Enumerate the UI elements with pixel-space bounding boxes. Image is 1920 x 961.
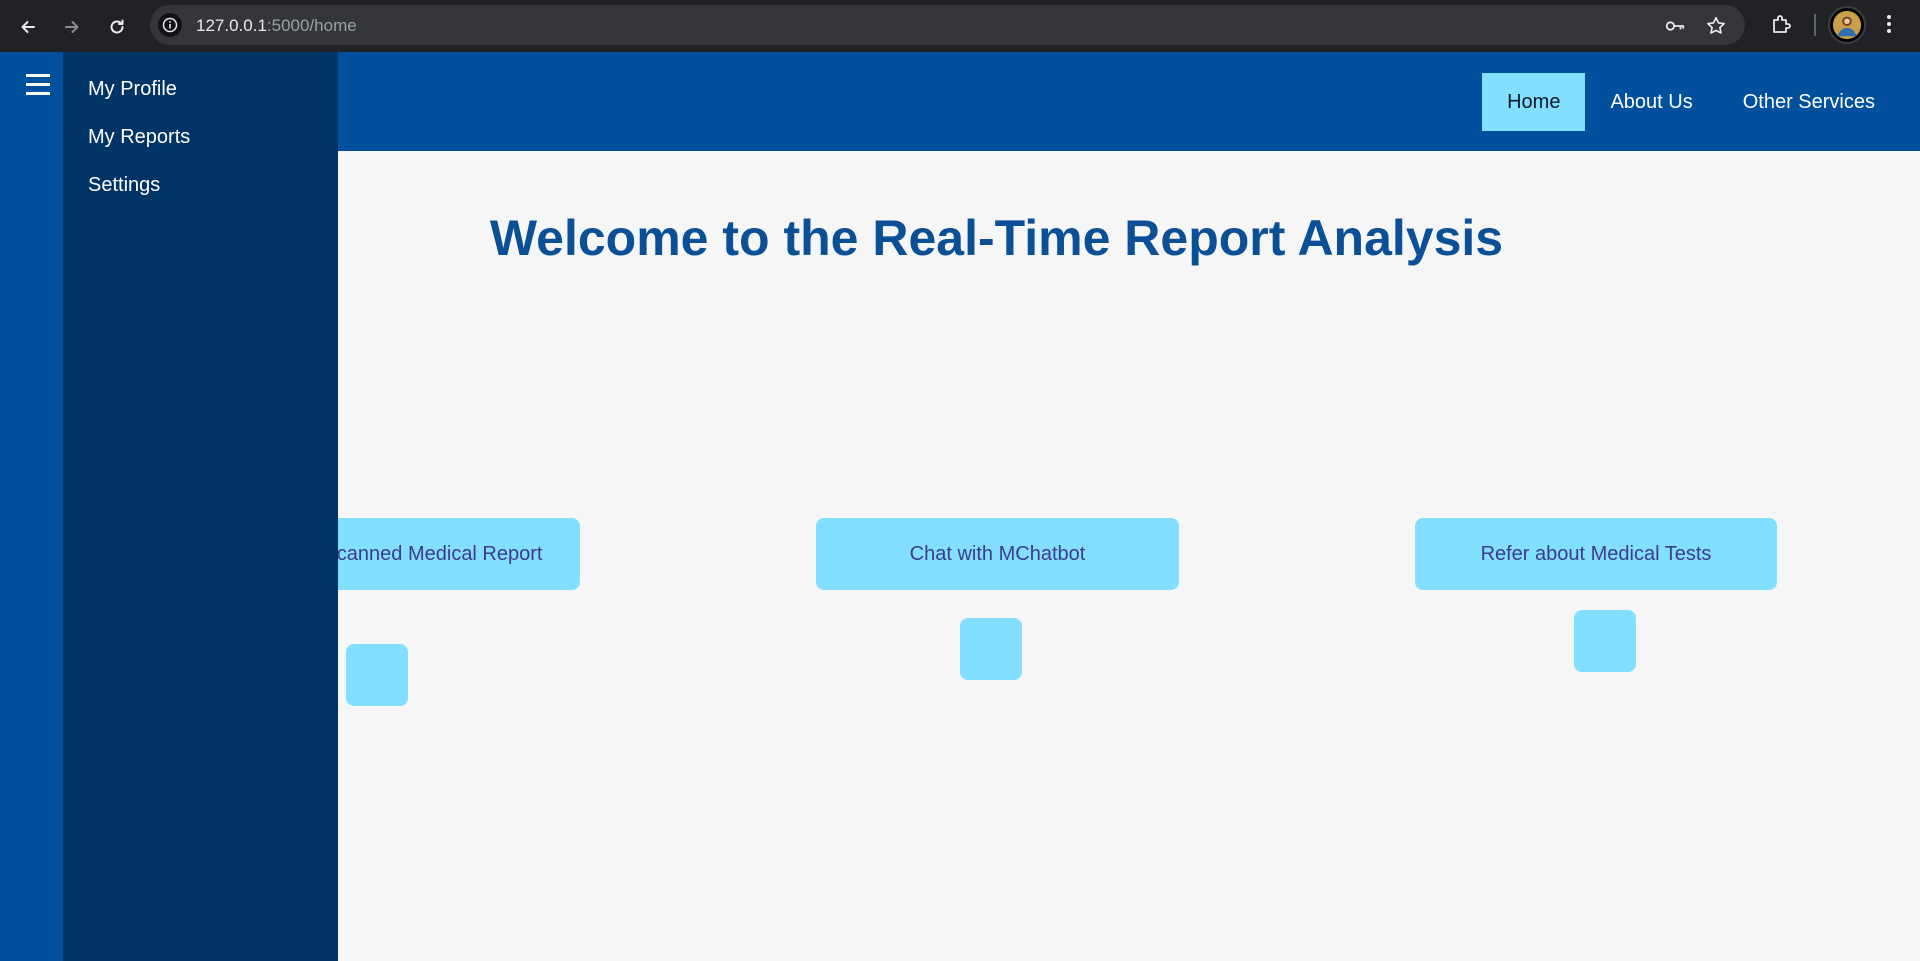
sidebar-item-my-profile[interactable]: My Profile xyxy=(88,78,177,101)
bookmark-star-icon[interactable] xyxy=(1705,15,1727,37)
sidebar-item-my-reports[interactable]: My Reports xyxy=(88,126,190,149)
forward-arrow-icon xyxy=(65,21,79,33)
reload-button[interactable] xyxy=(102,12,132,42)
sidebar-item-settings[interactable]: Settings xyxy=(88,174,160,197)
extensions-icon[interactable] xyxy=(1768,11,1794,37)
nav-about-us[interactable]: About Us xyxy=(1585,73,1717,131)
nav-other-services[interactable]: Other Services xyxy=(1718,73,1920,131)
hamburger-menu-icon[interactable] xyxy=(26,74,50,96)
reload-icon xyxy=(110,19,124,34)
browser-toolbar: 127.0.0.1:5000/home xyxy=(0,0,1920,52)
toolbar-divider xyxy=(1814,14,1816,36)
site-info-icon[interactable] xyxy=(158,13,182,37)
sidebar-rail xyxy=(0,52,63,961)
profile-avatar[interactable] xyxy=(1828,6,1866,44)
back-button[interactable] xyxy=(13,12,43,42)
medical-tests-button[interactable]: Refer about Medical Tests xyxy=(1415,518,1777,590)
sidebar-menu: My Profile My Reports Settings xyxy=(63,52,338,961)
url-host: 127.0.0.1 xyxy=(196,16,267,35)
forward-button[interactable] xyxy=(57,12,87,42)
address-bar[interactable]: 127.0.0.1:5000/home xyxy=(150,5,1745,45)
avatar-image-icon xyxy=(1832,10,1862,40)
url-text[interactable]: 127.0.0.1:5000/home xyxy=(196,16,357,36)
top-nav: Home About Us Other Services xyxy=(1482,73,1920,131)
back-arrow-icon xyxy=(21,21,35,33)
upload-card-icon xyxy=(346,644,408,706)
medical-tests-card-icon xyxy=(1574,610,1636,672)
page-content: Home About Us Other Services My Profile … xyxy=(0,52,1920,961)
chatbot-card-icon xyxy=(960,618,1022,680)
nav-home[interactable]: Home xyxy=(1482,73,1586,131)
url-path: :5000/home xyxy=(266,16,357,35)
more-menu-icon[interactable] xyxy=(1880,11,1898,37)
password-key-icon[interactable] xyxy=(1664,15,1686,37)
chat-mchatbot-button[interactable]: Chat with MChatbot xyxy=(816,518,1179,590)
